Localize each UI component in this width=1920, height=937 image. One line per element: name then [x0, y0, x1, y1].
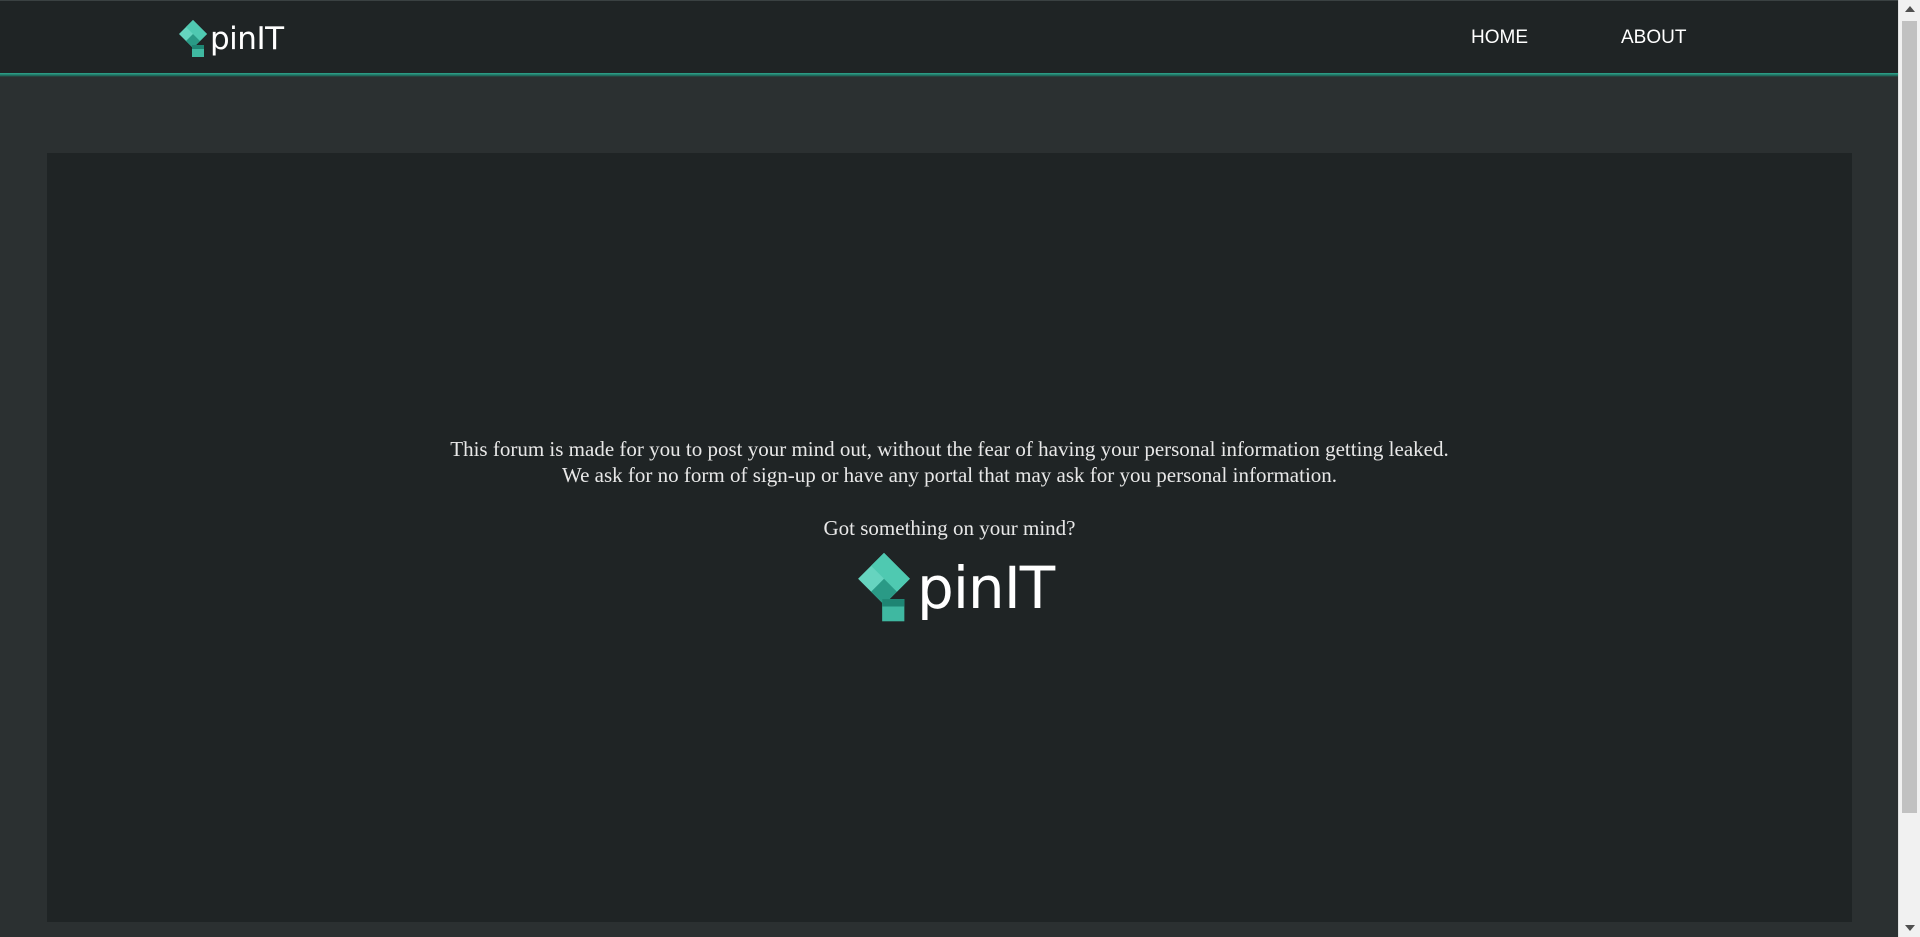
intro-line-2: We ask for no form of sign-up or have an… — [561, 463, 1338, 487]
content-panel: This forum is made for you to post your … — [47, 153, 1852, 922]
brand-logo[interactable]: pinIT — [178, 19, 284, 59]
scroll-up-arrow-icon[interactable] — [1905, 6, 1915, 12]
page: pinIT HOME ABOUT This forum is made for … — [0, 0, 1920, 937]
intro-text: This forum is made for you to post your … — [47, 436, 1852, 488]
vertical-scrollbar[interactable] — [1898, 0, 1920, 937]
post-logo-button[interactable]: pinIT — [855, 551, 1055, 625]
nav-home-link[interactable]: HOME — [1471, 27, 1528, 49]
logo-text: pinIT — [917, 554, 1055, 622]
navbar-accent-line — [0, 73, 1898, 77]
scroll-down-arrow-icon[interactable] — [1905, 925, 1915, 931]
scroll-thumb[interactable] — [1902, 21, 1917, 813]
pinit-logo-icon — [858, 552, 910, 622]
pinit-logo-icon — [179, 20, 207, 57]
top-navbar: pinIT HOME ABOUT — [0, 0, 1898, 73]
prompt-text: Got something on your mind? — [823, 516, 1076, 540]
intro-line-1: This forum is made for you to post your … — [450, 437, 1449, 461]
nav-about-link[interactable]: ABOUT — [1621, 27, 1686, 49]
brand-name: pinIT — [210, 20, 284, 57]
